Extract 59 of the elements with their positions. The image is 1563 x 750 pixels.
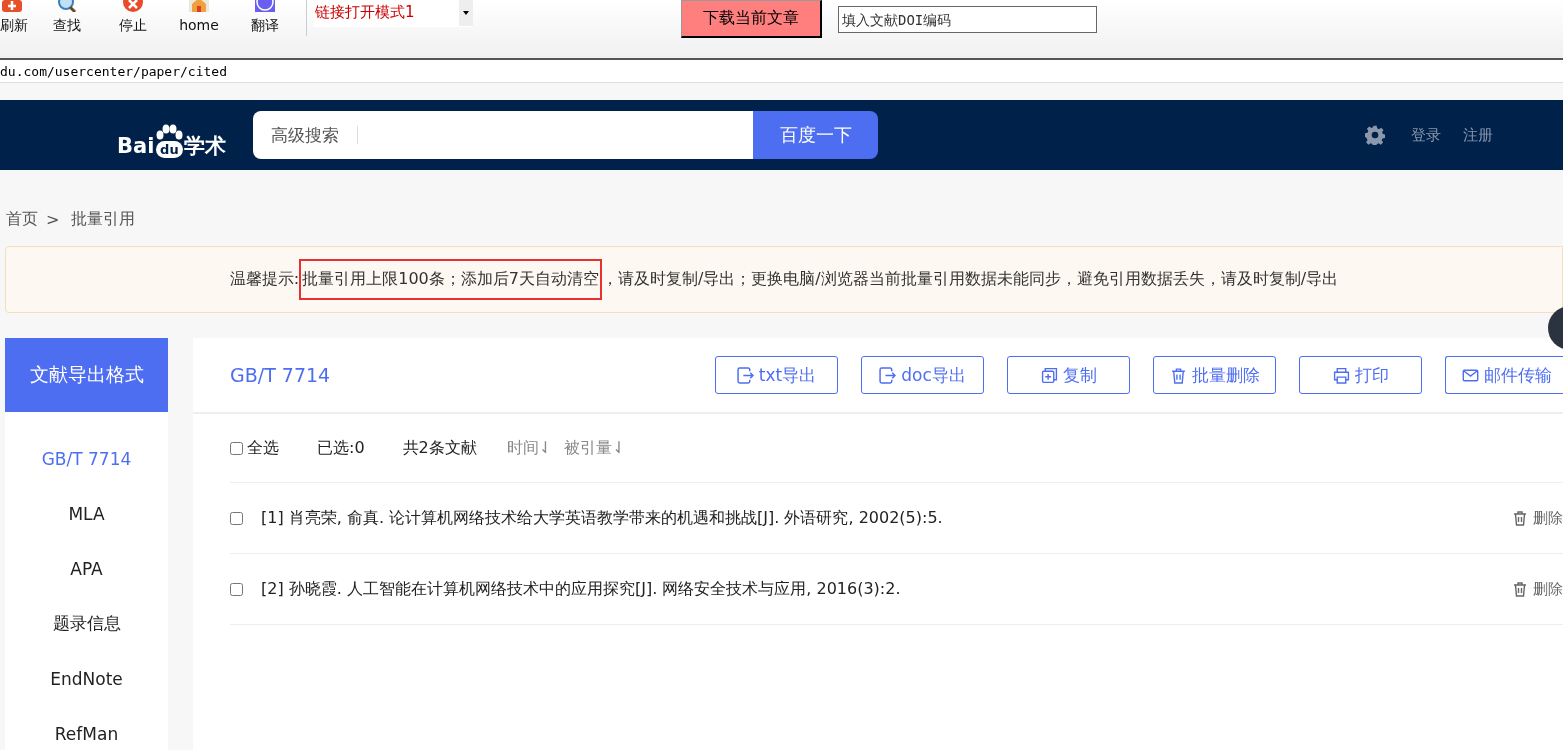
stop-icon (121, 0, 145, 12)
toolbar-button[interactable]: 刷新 (0, 0, 34, 35)
paw-icon (154, 124, 185, 140)
row-checkbox[interactable] (230, 582, 243, 596)
select-all-label[interactable]: 全选 (247, 437, 279, 459)
header-link[interactable]: 注册 (1463, 125, 1493, 145)
format-item[interactable]: 题录信息 (5, 596, 168, 651)
citation-text: [1] 肖亮荣, 俞真. 论计算机网络技术给大学英语教学带来的机遇和挑战[J]. 外语研究, 2002(5):5. (261, 507, 943, 529)
trash-icon (1512, 581, 1528, 597)
action-button[interactable]: 邮件传输 (1445, 356, 1563, 394)
sort-link[interactable]: 被引量⇃ (564, 437, 626, 459)
caret-icon (463, 11, 469, 15)
mode-dropdown[interactable]: 链接打开模式1 (313, 0, 473, 27)
format-item[interactable]: RefMan (5, 706, 168, 750)
toolbar-button[interactable]: 翻译 (232, 0, 298, 35)
action-button[interactable]: 复制 (1007, 356, 1130, 394)
search-field[interactable]: 高级搜索 (253, 111, 754, 159)
settings-icon[interactable] (1365, 125, 1385, 145)
select-all-checkbox[interactable] (230, 441, 243, 455)
breadcrumb-separator: > (46, 209, 60, 229)
sidebar-title: 文献导出格式 (5, 338, 168, 412)
breadcrumb-link[interactable]: 首页 (6, 208, 38, 230)
format-title: GB/T 7714 (230, 364, 331, 386)
header-link[interactable]: 登录 (1411, 125, 1441, 145)
selected-count: 已选:0 (317, 437, 365, 459)
delete-link[interactable]: 删除 (1512, 508, 1563, 528)
address-field[interactable]: du.com/usercenter/paper/cited (0, 60, 1563, 83)
download-button[interactable]: 下载当前文章 (681, 0, 822, 38)
format-item[interactable]: APA (5, 541, 168, 596)
toolbar-button[interactable]: 查找 (34, 0, 100, 35)
format-item[interactable]: EndNote (5, 651, 168, 706)
toolbar-button[interactable]: 停止 (100, 0, 166, 35)
export-icon (879, 366, 897, 384)
site-logo[interactable]: Bai du 学术 (117, 112, 227, 158)
trash-icon (1169, 366, 1187, 384)
sort-link[interactable]: 时间⇃ (506, 437, 553, 459)
copy-icon (1040, 366, 1058, 384)
doi-input-field[interactable]: 填入文献DOI编码 (838, 6, 1097, 33)
plus-icon (0, 0, 24, 12)
home-icon (187, 0, 211, 12)
mail-icon (1462, 366, 1479, 384)
format-item[interactable]: GB/T 7714 (5, 431, 168, 486)
breadcrumb-current: 批量引用 (71, 208, 136, 230)
trash-icon (1512, 510, 1528, 526)
action-button[interactable]: 批量删除 (1153, 356, 1276, 394)
row-checkbox[interactable] (230, 511, 243, 525)
notice-text: 温馨提示: 批量引用上限100条；添加后7天自动清空 ，请及时复制/导出；更换电脑/浏览器当前批量引用数据未能同步，避免引用数据丢失，请及时复制/导出 (229, 259, 1339, 300)
toolbar-button[interactable]: home (166, 0, 232, 33)
action-button[interactable]: doc导出 (861, 356, 984, 394)
delete-link[interactable]: 删除 (1512, 579, 1563, 599)
format-item[interactable]: MLA (5, 486, 168, 541)
total-count: 共2条文献 (402, 437, 477, 459)
search-icon (55, 0, 79, 12)
action-button[interactable]: txt导出 (715, 356, 838, 394)
action-button[interactable]: 打印 (1299, 356, 1422, 394)
export-icon (736, 366, 754, 384)
citation-text: [2] 孙晓霞. 人工智能在计算机网络技术中的应用探究[J]. 网络安全技术与应用, 2016(3):2. (261, 578, 901, 600)
search-button[interactable]: 百度一下 (753, 111, 879, 159)
printer-icon (1332, 366, 1350, 384)
